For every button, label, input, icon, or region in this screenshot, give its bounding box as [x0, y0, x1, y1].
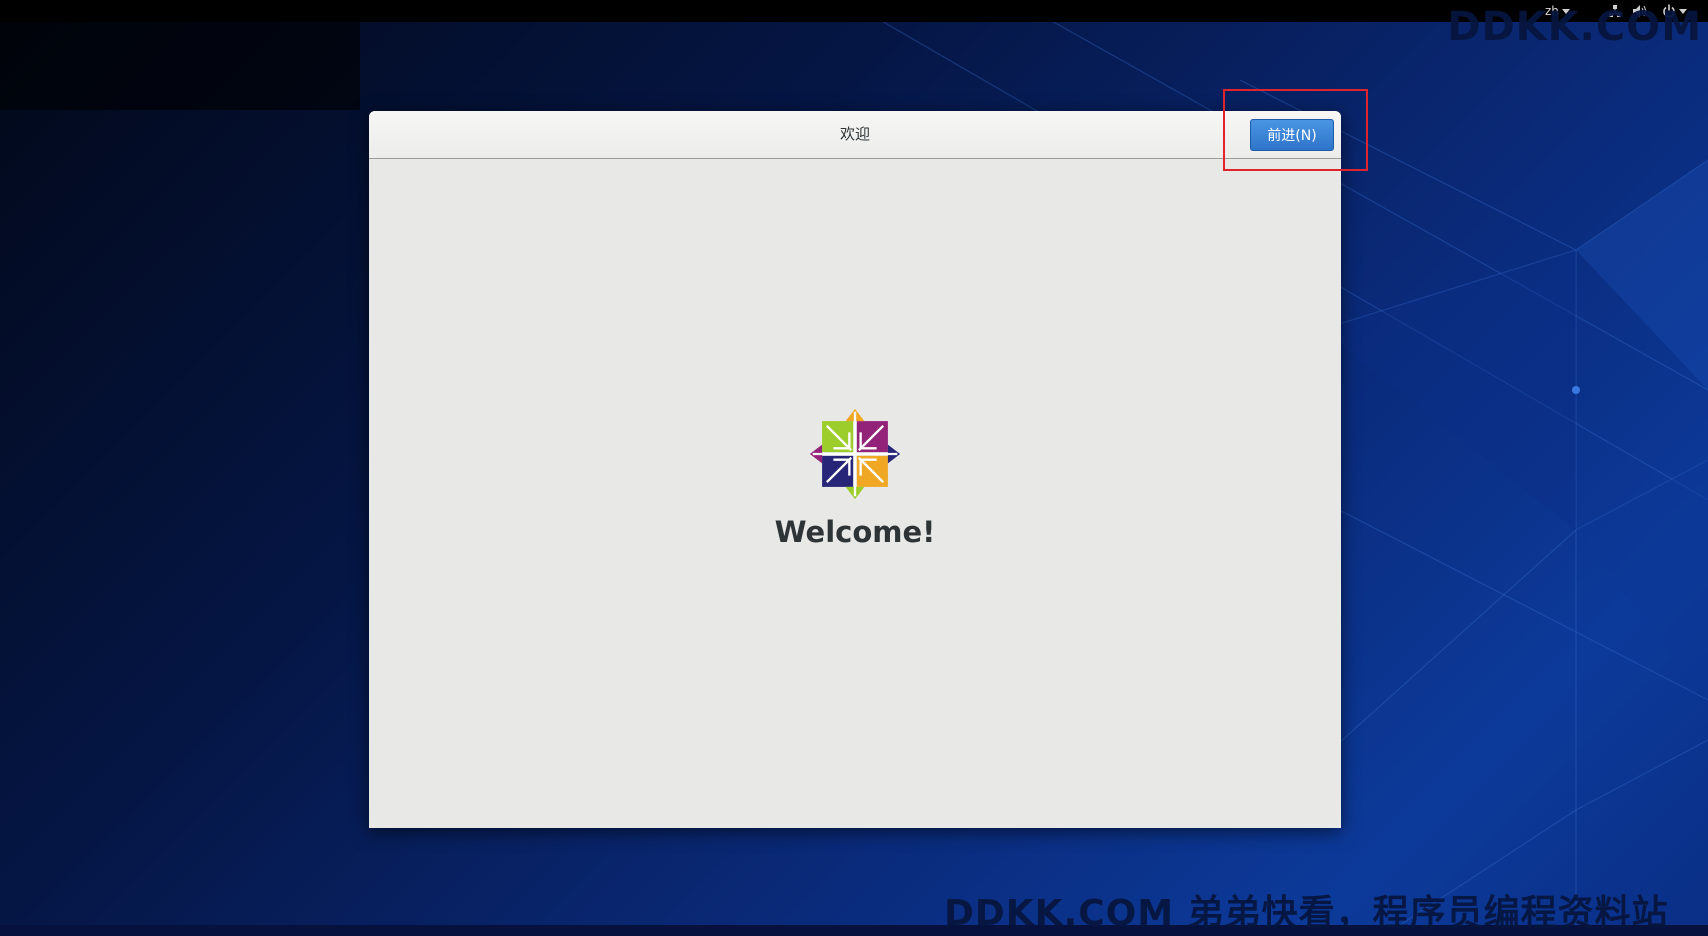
window-title: 欢迎 — [839, 125, 870, 143]
watermark-top: DDKK.COM — [1447, 4, 1702, 50]
annotation-highlight-box — [1223, 89, 1368, 171]
window-titlebar: 欢迎 前进(N) — [369, 111, 1341, 159]
welcome-heading: Welcome! — [774, 515, 936, 549]
centos-logo-icon — [809, 408, 901, 500]
watermark-bottom: DDKK.COM 弟弟快看，程序员编程资料站 — [944, 893, 1669, 934]
welcome-window: 欢迎 前进(N) Welcome! — [369, 111, 1341, 828]
